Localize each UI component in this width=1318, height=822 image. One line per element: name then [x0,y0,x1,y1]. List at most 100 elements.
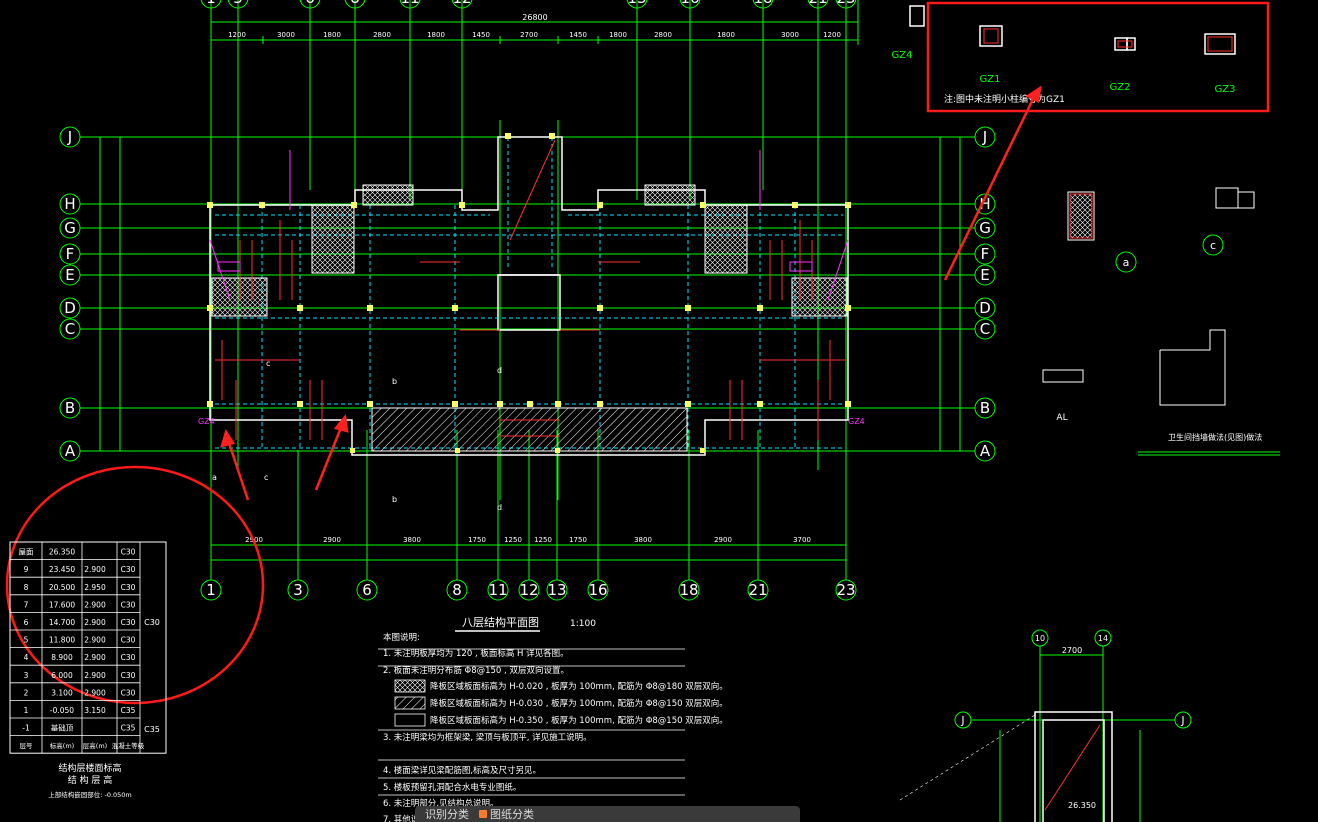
grade-column-label: C30 [144,618,160,627]
table-cell: 11.800 [49,636,75,645]
grade-column-label: C35 [144,725,160,734]
toolbar-item-0[interactable]: 识别分类 [425,806,469,822]
table-cell: 14.700 [49,618,75,627]
table-cell: 屋面 [19,548,34,557]
axis-bubble-label: 23 [836,0,855,7]
table-cell: 基础顶 [51,723,74,733]
floor-level-table: 屋面 26.350 C30 9 23.450 2.900 C30 8 20.500 2.950 C3… [9,541,167,799]
dimension-label: 2900 [323,536,341,544]
table-cell: 4 [24,653,29,662]
dimension-label: 1750 [569,536,587,544]
axis-bubble-label: G [64,219,76,237]
dimension-label: 3700 [793,536,811,544]
table-cell: 2 [24,688,29,697]
svg-text:c: c [266,359,270,368]
dimension-label: 1800 [609,31,627,39]
svg-text:b: b [392,377,397,386]
table-cell: C30 [121,583,136,592]
table-cell: 2.900 [84,688,106,697]
axis-bubble-label: 14 [1098,634,1108,643]
plan-title: 八层结构平面图 [462,615,539,629]
folder-icon [479,810,487,818]
toolbar-item-label: 图纸分类 [490,808,534,821]
dimension-label: 2700 [520,31,538,39]
dimension-label: 1800 [323,31,341,39]
detail-c-label: c [1210,239,1216,252]
table-cell: C30 [121,636,136,645]
axis-bubble-label: E [980,266,989,284]
axis-bubble-label: 21 [808,0,827,7]
table-header: 层号 [20,742,34,750]
cad-viewer[interactable]: GZ4 GZ4 26800 1200 3000 1800 2800 1800 1450 27… [0,0,1318,822]
dimension-label: 1200 [823,31,841,39]
table-caption: 结 构 层 高 [68,774,113,786]
legend-item: 降板区域板面标高为 H-0.350 , 板厚为 100mm, 配筋为 Φ8@15… [430,715,728,726]
table-cell: C35 [121,706,136,715]
gz2-label: GZ2 [1110,82,1131,93]
svg-text:d: d [497,503,502,512]
dimension-label: 2800 [654,31,672,39]
axis-bubble-label: F [66,245,75,263]
axis-bubble-label: 8 [350,0,360,7]
dimension-label: 3800 [634,536,652,544]
axis-bubble-label: 8 [452,581,462,599]
axis-bubble-label: F [981,245,990,263]
table-cell: C30 [121,671,136,680]
dimension-label: 1250 [534,536,552,544]
axis-bubble-label: J [67,128,72,146]
axis-bubble-label: J [960,714,964,727]
plan-scale: 1:100 [570,619,596,629]
axis-bubble-label: J [1180,714,1184,727]
notes-title: 本图说明: [383,632,420,643]
table-cell: 9 [24,565,29,574]
gz-note: 注:图中未注明小柱编号为GZ1 [944,93,1065,105]
dimension-label: 1800 [427,31,445,39]
axis-bubble-label: J [982,128,987,146]
bottom-right-dim: 2700 [1062,646,1082,655]
toolbar-item-1[interactable]: 图纸分类 [479,806,534,822]
table-header: 标高(m) [50,741,74,750]
table-cell: 2.900 [84,618,106,627]
axis-bubble-label: 16 [588,581,607,599]
table-cell: 6.000 [51,671,73,680]
axis-bubble-label: A [980,442,991,460]
bottom-toolbar[interactable]: 识别分类 图纸分类 [415,806,800,822]
axis-bubble-label: 12 [452,0,471,7]
gz3-label: GZ3 [1215,84,1236,95]
detail-a-label: a [1123,256,1130,269]
axis-bubble-label: 3 [233,0,243,7]
axis-bubble-label: E [65,266,74,284]
table-cell: 2.950 [84,583,106,592]
note-item: 4. 楼面梁详见梁配筋图,标高及尺寸另见。 [383,765,541,776]
table-header: 层高(m) [83,741,107,750]
dimension-label: 2900 [714,536,732,544]
structural-plan-drawing[interactable]: GZ4 GZ4 26800 1200 3000 1800 2800 1800 1450 27… [0,0,1318,822]
svg-text:GZ4: GZ4 [848,417,865,426]
axis-bubble-label: 18 [679,581,698,599]
axis-bubble-label: B [980,399,990,417]
dimension-label: 1450 [472,31,490,39]
dimension-label: 2800 [373,31,391,39]
axis-bubble-label: H [64,195,75,213]
table-cell: 1 [24,706,29,715]
axis-bubble-label: G [979,219,991,237]
table-cell: C30 [121,653,136,662]
table-cell: 17.600 [49,600,75,609]
svg-text:a: a [212,473,217,482]
note-item: 5. 楼板预留孔洞配合水电专业图纸。 [383,782,521,793]
axis-bubble-label: 6 [305,0,315,7]
table-cell: 6 [24,618,29,627]
table-cell: 8.900 [51,653,73,662]
table-cell: C30 [121,548,136,557]
table-cell: -0.050 [50,706,74,715]
axis-bubble-label: A [65,442,76,460]
axis-bubble-label: D [979,299,991,317]
axis-bubble-label: 1 [206,0,216,7]
table-cell: 26.350 [49,548,75,557]
legend-item: 降板区域板面标高为 H-0.020 , 板厚为 100mm, 配筋为 Φ8@18… [430,681,728,692]
dimension-label: 1200 [228,31,246,39]
svg-text:GZ4: GZ4 [198,417,215,426]
dimension-label: 3000 [781,31,799,39]
dimension-label: 1750 [468,536,486,544]
bottom-right-level: 26.350 [1068,801,1096,810]
